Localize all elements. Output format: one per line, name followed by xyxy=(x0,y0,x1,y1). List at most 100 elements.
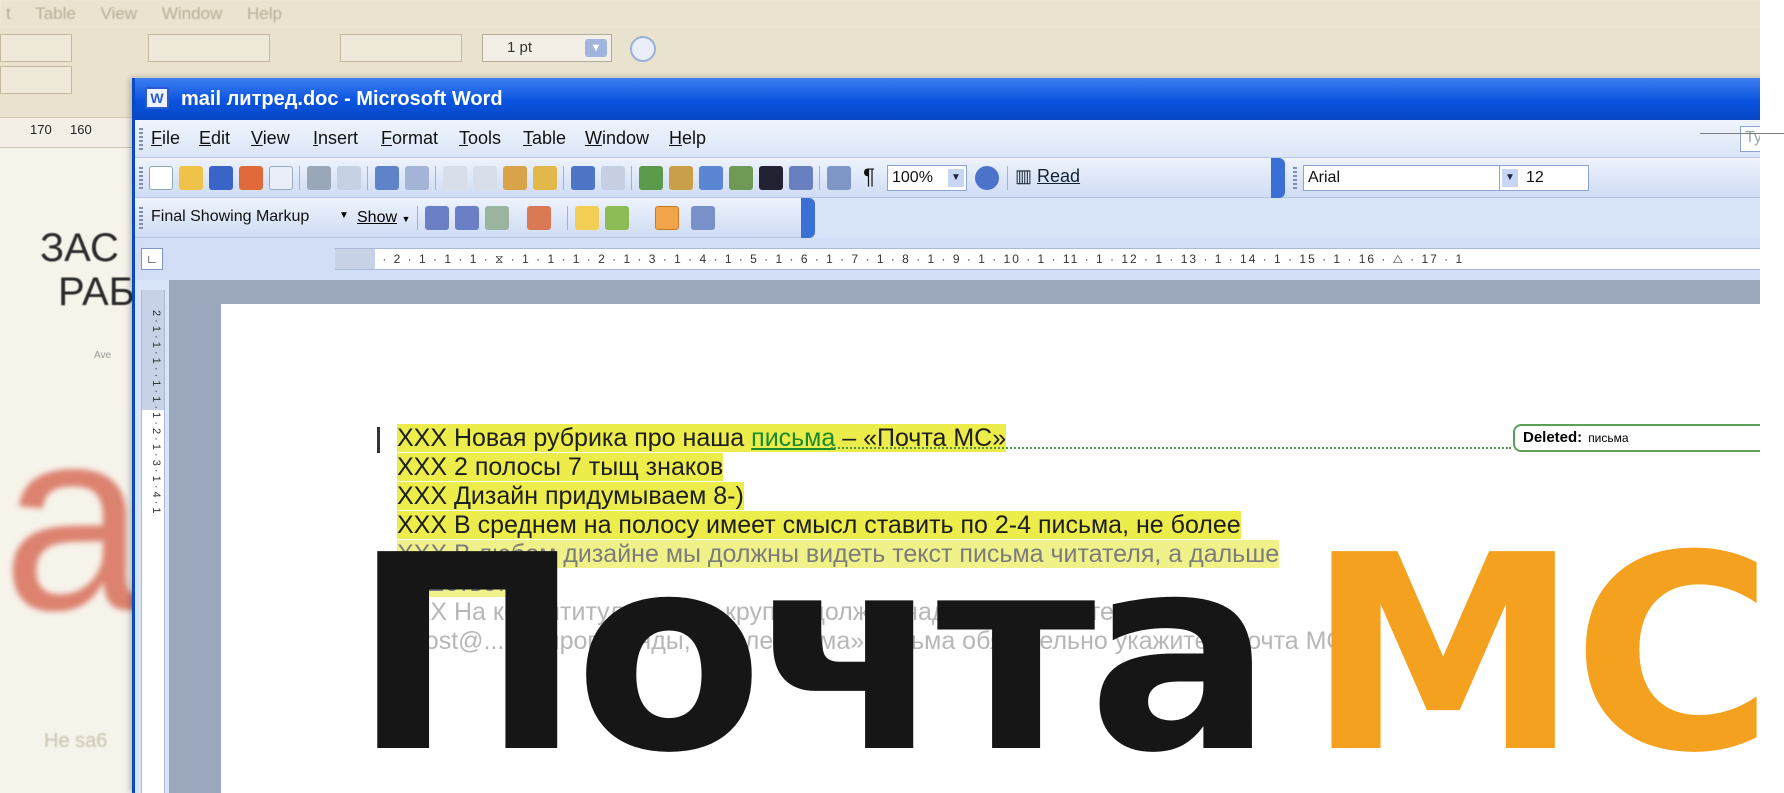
menu-help[interactable]: Help xyxy=(669,128,706,149)
font-size-select[interactable]: ▼ 12 xyxy=(1499,165,1589,191)
open-folder-icon[interactable] xyxy=(179,166,203,190)
print-icon[interactable] xyxy=(307,166,331,190)
toolbar-separator xyxy=(631,166,632,190)
track-changes-icon[interactable] xyxy=(655,206,679,230)
research-icon[interactable] xyxy=(405,166,429,190)
word-window: W mail литред.doc - Microsoft Word File … xyxy=(132,78,1784,793)
insert-table-icon[interactable] xyxy=(699,166,723,190)
reviewing-pane-icon[interactable] xyxy=(691,206,715,230)
chevron-down-icon: ▼ xyxy=(1502,169,1518,187)
show-button[interactable]: Show ▼ xyxy=(357,209,410,227)
toolbar-options-icon[interactable] xyxy=(1271,158,1285,198)
toolbar-separator xyxy=(819,166,820,190)
next-change-icon[interactable] xyxy=(455,206,479,230)
toolbar-grip[interactable] xyxy=(139,207,143,229)
email-icon[interactable] xyxy=(269,166,293,190)
drawing-icon[interactable] xyxy=(789,166,813,190)
doc-line[interactable]: XXX В любом дизайне мы должны видеть тек… xyxy=(397,540,1280,569)
highlight-icon[interactable] xyxy=(605,206,629,230)
bg-select-field[interactable] xyxy=(148,34,270,62)
markup-mode-value: Final Showing Markup xyxy=(151,208,310,225)
permission-icon[interactable] xyxy=(239,166,263,190)
menu-bar: File Edit View Insert Format Tools Table… xyxy=(135,120,1784,158)
spelling-icon[interactable] xyxy=(375,166,399,190)
menu-edit[interactable]: Edit xyxy=(199,128,230,149)
reject-change-icon[interactable] xyxy=(527,206,551,230)
menu-table[interactable]: Table xyxy=(523,128,566,149)
ruler-ticks: 2 · 1 · 1 · 1 · · 1 · 1 · 1 · 2 · 1 · 3 … xyxy=(150,310,162,514)
help-icon[interactable] xyxy=(975,166,999,190)
line-weight-select[interactable]: 1 pt ▼ xyxy=(482,34,612,62)
bg-menu-item[interactable]: Help xyxy=(247,4,282,23)
read-button[interactable]: ▥ Read xyxy=(1015,166,1080,187)
toolbar-grip[interactable] xyxy=(1293,167,1297,189)
play-icon[interactable] xyxy=(630,36,656,62)
accept-change-icon[interactable] xyxy=(485,206,509,230)
bg-input-field[interactable] xyxy=(0,34,72,62)
chevron-down-icon: ▼ xyxy=(401,214,411,224)
doc-line[interactable]: XXX Дизайн придумываем 8-) xyxy=(397,482,744,511)
show-hide-formatting-icon[interactable]: ¶ xyxy=(857,166,881,190)
doc-line[interactable]: XXX На колонтитуле ярко и крупно должна … xyxy=(397,598,1200,627)
background-menubar: t Table View Window Help xyxy=(0,0,1784,28)
doc-line[interactable]: XXX В среднем на полосу имеет смысл став… xyxy=(397,511,1241,540)
bg-menu-item[interactable]: t xyxy=(6,4,11,23)
insert-comment-icon[interactable] xyxy=(575,206,599,230)
toolbar-grip[interactable] xyxy=(139,128,143,150)
undo-icon[interactable] xyxy=(571,166,595,190)
bg-menu-item[interactable]: View xyxy=(101,4,138,23)
copy-icon[interactable] xyxy=(473,166,497,190)
toolbar-separator xyxy=(435,166,436,190)
toolbar-grip[interactable] xyxy=(139,167,143,189)
tab-selector[interactable]: ∟ xyxy=(141,248,163,270)
bg-input-field[interactable] xyxy=(0,66,72,94)
deletion-balloon[interactable]: Deleted: письма xyxy=(1513,424,1784,452)
doc-text: XXX В среднем на полосу имеет смысл став… xyxy=(397,511,1241,539)
bg-menu-item[interactable]: Window xyxy=(162,4,222,23)
bg-menu-item[interactable]: Table xyxy=(35,4,76,23)
balloon-label: Deleted: xyxy=(1523,429,1583,446)
doc-text: «post@...» – пропиганды, в поле «тема» п… xyxy=(397,627,1359,655)
bg-select-field[interactable] xyxy=(340,34,462,62)
document-map-icon[interactable] xyxy=(827,166,851,190)
format-painter-icon[interactable] xyxy=(533,166,557,190)
new-document-icon[interactable] xyxy=(149,166,173,190)
background-heading: ЗАС xyxy=(40,226,119,270)
doc-line[interactable]: XXX 2 полосы 7 тыщ знаков xyxy=(397,453,724,482)
tables-borders-icon[interactable] xyxy=(669,166,693,190)
toolbar-separator xyxy=(1007,166,1008,190)
font-value: Arial xyxy=(1308,169,1341,186)
background-ruler: 170 160 xyxy=(0,118,140,148)
word-document-icon: W xyxy=(145,87,169,109)
previous-change-icon[interactable] xyxy=(425,206,449,230)
document-page[interactable]: XXX Новая рубрика про наша письма – «Поч… xyxy=(221,304,1784,793)
redo-icon[interactable] xyxy=(601,166,625,190)
doc-line[interactable]: нашответ xyxy=(397,569,508,598)
zoom-select[interactable]: 100% ▼ xyxy=(887,165,967,191)
ruler-margin xyxy=(335,249,375,269)
save-icon[interactable] xyxy=(209,166,233,190)
ruler-mark: 170 xyxy=(30,122,52,137)
menu-view[interactable]: View xyxy=(251,128,290,149)
title-bar[interactable]: W mail литред.doc - Microsoft Word xyxy=(135,78,1784,120)
toolbar-separator xyxy=(417,206,418,230)
menu-file[interactable]: File xyxy=(151,128,180,149)
zoom-value: 100% xyxy=(892,169,933,186)
read-label: Read xyxy=(1037,166,1081,186)
vertical-ruler[interactable]: 2 · 1 · 1 · 1 · · 1 · 1 · 1 · 2 · 1 · 3 … xyxy=(141,290,165,793)
menu-tools[interactable]: Tools xyxy=(459,128,501,149)
menu-window[interactable]: Window xyxy=(585,128,649,149)
markup-mode-select[interactable]: Final Showing Markup xyxy=(147,205,357,231)
toolbar-options-icon[interactable] xyxy=(801,198,815,238)
paste-icon[interactable] xyxy=(503,166,527,190)
print-preview-icon[interactable] xyxy=(337,166,361,190)
hyperlink-icon[interactable] xyxy=(639,166,663,190)
horizontal-ruler[interactable]: 3 · 1 · 2 · 1 · 1 · 1 · ⧖ · 1 · 1 · 1 · … xyxy=(335,248,1784,270)
columns-icon[interactable] xyxy=(759,166,783,190)
cut-icon[interactable] xyxy=(443,166,467,190)
insert-excel-icon[interactable] xyxy=(729,166,753,190)
menu-insert[interactable]: Insert xyxy=(313,128,358,149)
doc-line[interactable]: «post@...» – пропиганды, в поле «тема» п… xyxy=(397,627,1358,656)
menu-format[interactable]: Format xyxy=(381,128,438,149)
chevron-down-icon[interactable]: ▼ xyxy=(339,210,349,221)
